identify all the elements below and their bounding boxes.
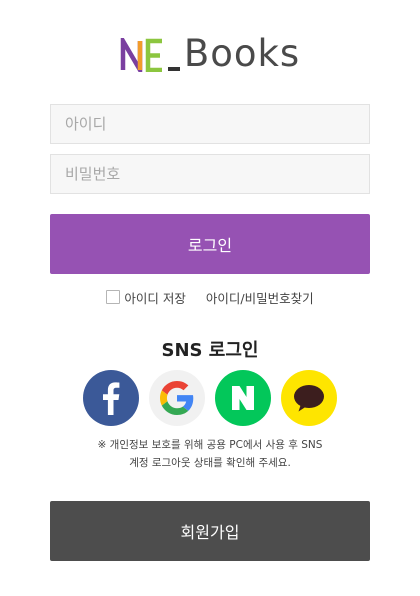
kakao-icon xyxy=(294,385,324,412)
id-input[interactable] xyxy=(50,104,370,144)
privacy-notice-line: 계정 로그아웃 상태를 확인해 주세요. xyxy=(129,457,291,469)
facebook-login-button[interactable] xyxy=(83,370,139,426)
google-icon xyxy=(160,381,194,415)
naver-login-button[interactable] xyxy=(215,370,271,426)
sns-buttons xyxy=(0,370,420,426)
signup-button[interactable]: 회원가입 xyxy=(50,501,370,561)
ne-logo-mark-icon xyxy=(120,38,180,72)
save-id-checkbox[interactable] xyxy=(106,290,121,304)
google-login-button[interactable] xyxy=(149,370,205,426)
sns-login-title: SNS 로그인 xyxy=(161,340,259,361)
facebook-icon xyxy=(103,382,120,415)
naver-icon xyxy=(232,386,254,410)
find-account-link[interactable]: 아이디/비밀번호찾기 xyxy=(206,288,314,307)
kakao-login-button[interactable] xyxy=(281,370,337,426)
password-input[interactable] xyxy=(50,154,370,194)
privacy-notice-line: ※ 개인정보 보호를 위해 공용 PC에서 사용 후 SNS xyxy=(97,439,323,451)
brand-logo: Books xyxy=(0,30,420,72)
logo-text: Books xyxy=(183,32,301,75)
login-options: 아이디 저장 아이디/비밀번호찾기 xyxy=(0,287,420,307)
privacy-notice: ※ 개인정보 보호를 위해 공용 PC에서 사용 후 SNS 계정 로그아웃 상… xyxy=(0,436,420,472)
save-id-option[interactable]: 아이디 저장 xyxy=(106,288,186,307)
login-button[interactable]: 로그인 xyxy=(50,214,370,274)
save-id-label: 아이디 저장 xyxy=(124,290,186,306)
